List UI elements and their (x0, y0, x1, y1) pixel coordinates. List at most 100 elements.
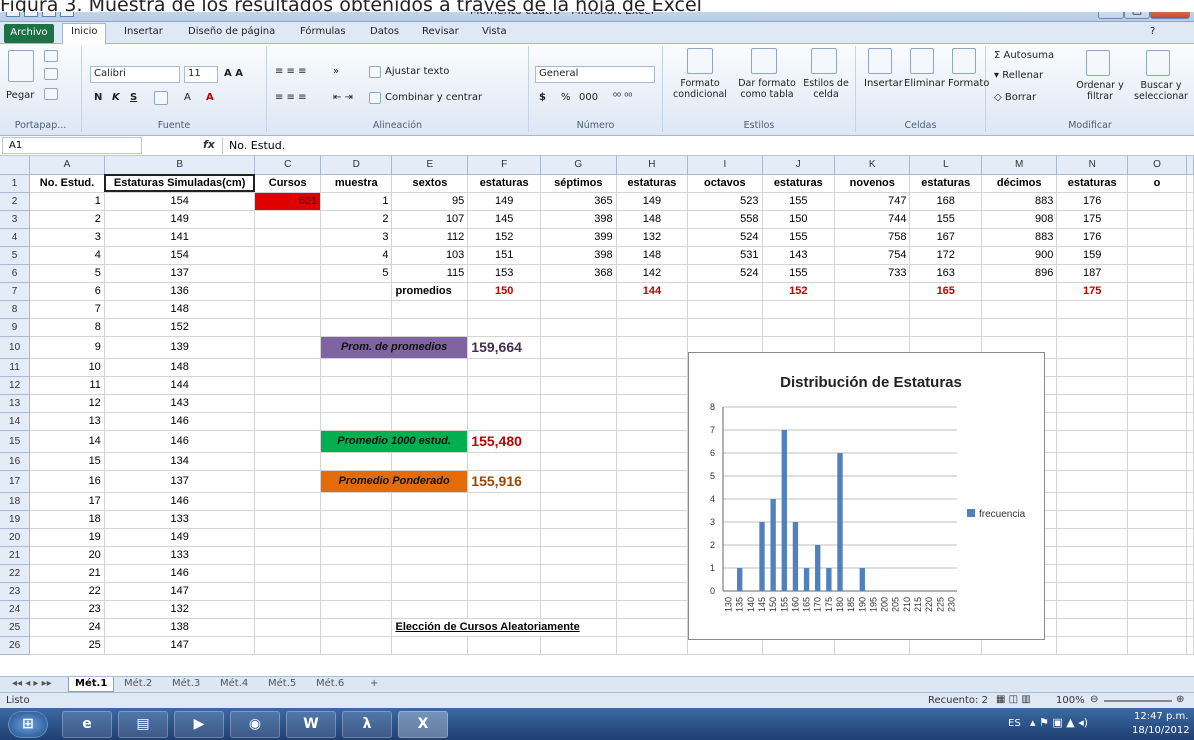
header-cell[interactable]: o (1127, 174, 1187, 193)
cell[interactable] (391, 582, 469, 601)
tab-inicio[interactable]: Inicio (62, 23, 107, 44)
cell[interactable] (254, 636, 321, 655)
delete-cells-icon[interactable] (910, 48, 934, 74)
cell[interactable] (320, 412, 393, 431)
cell[interactable] (616, 470, 689, 493)
height-cell[interactable]: 149 (104, 210, 256, 229)
cell[interactable] (320, 510, 393, 529)
cell[interactable] (1186, 358, 1194, 377)
cell[interactable] (1186, 470, 1194, 493)
cell[interactable] (1186, 282, 1194, 301)
height-cell[interactable]: 141 (104, 228, 256, 247)
student-number-cell[interactable]: 1 (29, 192, 105, 211)
summary-label[interactable]: Promedio 1000 estud. (320, 430, 469, 453)
cell[interactable] (320, 376, 393, 395)
cell[interactable] (467, 300, 541, 319)
column-header[interactable]: H (616, 156, 689, 175)
height-cell[interactable]: 146 (104, 412, 256, 431)
sample-cell[interactable]: 398 (540, 210, 617, 229)
thousands-button[interactable]: 000 (579, 92, 598, 103)
font-grow-icon[interactable]: A A (224, 68, 243, 79)
cell[interactable] (1127, 470, 1187, 493)
cell[interactable] (1127, 492, 1187, 511)
sample-cell[interactable]: 747 (834, 192, 911, 211)
summary-value[interactable]: 155,480 (467, 430, 541, 453)
promedio-octavos[interactable]: 152 (762, 281, 836, 301)
cell[interactable] (1056, 528, 1129, 547)
row-header[interactable]: 15 (0, 430, 31, 453)
cell[interactable] (540, 470, 617, 493)
sample-cell[interactable]: 148 (616, 246, 689, 265)
cell-styles-button[interactable]: Estilos de celda (801, 78, 851, 100)
cell[interactable] (687, 318, 763, 337)
row-header[interactable]: 20 (0, 528, 31, 547)
cell[interactable] (616, 358, 689, 377)
cell[interactable] (391, 394, 469, 413)
cell[interactable] (254, 430, 321, 453)
copy-icon[interactable] (44, 68, 58, 80)
cell[interactable] (616, 376, 689, 395)
cell[interactable] (1127, 636, 1187, 655)
cell[interactable] (320, 600, 393, 619)
height-cell[interactable]: 146 (104, 492, 256, 511)
cell[interactable] (540, 510, 617, 529)
summary-value[interactable]: 159,664 (467, 336, 541, 359)
sample-cell[interactable]: 175 (1056, 210, 1129, 229)
column-header[interactable]: I (687, 156, 763, 175)
header-cell[interactable]: estaturas (762, 174, 836, 193)
cell-styles-icon[interactable] (811, 48, 837, 74)
format-cells-button[interactable]: Formato (948, 78, 989, 89)
tray-icons[interactable]: ▴ ⚑ ▣ ▲ ◂) (1030, 716, 1088, 729)
cell[interactable] (981, 318, 1058, 337)
row-header[interactable]: 7 (0, 282, 31, 301)
start-icon[interactable]: ⊞ (8, 711, 48, 738)
sample-cell[interactable]: 151 (467, 246, 541, 265)
chrome-icon[interactable]: ◉ (230, 711, 280, 738)
cell[interactable] (254, 564, 321, 583)
format-cells-icon[interactable] (952, 48, 976, 74)
column-header[interactable]: A (29, 156, 105, 175)
cell[interactable] (762, 318, 836, 337)
height-cell[interactable]: 148 (104, 300, 256, 319)
format-table-icon[interactable] (751, 48, 777, 74)
cell[interactable] (1127, 528, 1187, 547)
cell[interactable] (1127, 600, 1187, 619)
italic-button[interactable]: K (112, 92, 120, 103)
align-top-icon[interactable]: ≡ ≡ ≡ (275, 66, 307, 77)
sort-filter-button[interactable]: Ordenar y filtrar (1072, 80, 1128, 102)
cell[interactable] (616, 318, 689, 337)
cell[interactable] (1056, 600, 1129, 619)
sample-cell[interactable]: 744 (834, 210, 911, 229)
cell[interactable] (391, 600, 469, 619)
cell[interactable] (320, 546, 393, 565)
language-indicator[interactable]: ES (1008, 718, 1021, 729)
height-cell[interactable]: 138 (104, 618, 256, 637)
column-header[interactable] (1186, 156, 1194, 175)
cell[interactable] (254, 600, 321, 619)
zoom-slider[interactable] (1104, 700, 1172, 702)
cell[interactable] (1056, 336, 1129, 359)
cell[interactable] (320, 492, 393, 511)
sample-cell[interactable]: 107 (391, 210, 469, 229)
cell[interactable] (254, 358, 321, 377)
sheet-nav-icon[interactable]: ◂◂ ◂ ▸ ▸▸ (6, 677, 58, 692)
promedio-novenos[interactable]: 165 (909, 281, 983, 301)
cell[interactable] (1056, 394, 1129, 413)
cell[interactable] (1127, 228, 1187, 247)
cell[interactable] (1127, 582, 1187, 601)
cell[interactable] (834, 318, 911, 337)
height-cell[interactable]: 143 (104, 394, 256, 413)
cell[interactable] (254, 412, 321, 431)
cell[interactable] (1056, 636, 1129, 655)
row-header[interactable]: 18 (0, 492, 31, 511)
cell[interactable] (1186, 452, 1194, 471)
student-number-cell[interactable]: 5 (29, 264, 105, 283)
cell[interactable] (467, 528, 541, 547)
cell[interactable] (467, 452, 541, 471)
row-header[interactable]: 19 (0, 510, 31, 529)
cell[interactable] (540, 300, 617, 319)
student-number-cell[interactable]: 24 (29, 618, 105, 637)
sample-cell[interactable]: 145 (467, 210, 541, 229)
cell[interactable] (1127, 546, 1187, 565)
promedio-decimos[interactable]: 175 (1056, 281, 1129, 301)
